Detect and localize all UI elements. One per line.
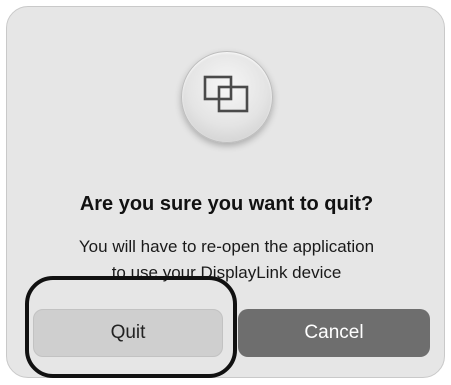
- displaylink-app-icon: [181, 51, 273, 143]
- cancel-button[interactable]: Cancel: [238, 309, 430, 357]
- dialog-message: You will have to re-open the application…: [7, 234, 446, 286]
- quit-confirmation-dialog: Are you sure you want to quit? You will …: [6, 6, 445, 378]
- dialog-title: Are you sure you want to quit?: [79, 193, 374, 215]
- dialog-message-line: You will have to re-open the application: [78, 237, 375, 256]
- dialog-message-line: to use your DisplayLink device: [111, 263, 342, 282]
- displaylink-screens-icon: [203, 75, 249, 113]
- quit-button[interactable]: Quit: [33, 309, 223, 357]
